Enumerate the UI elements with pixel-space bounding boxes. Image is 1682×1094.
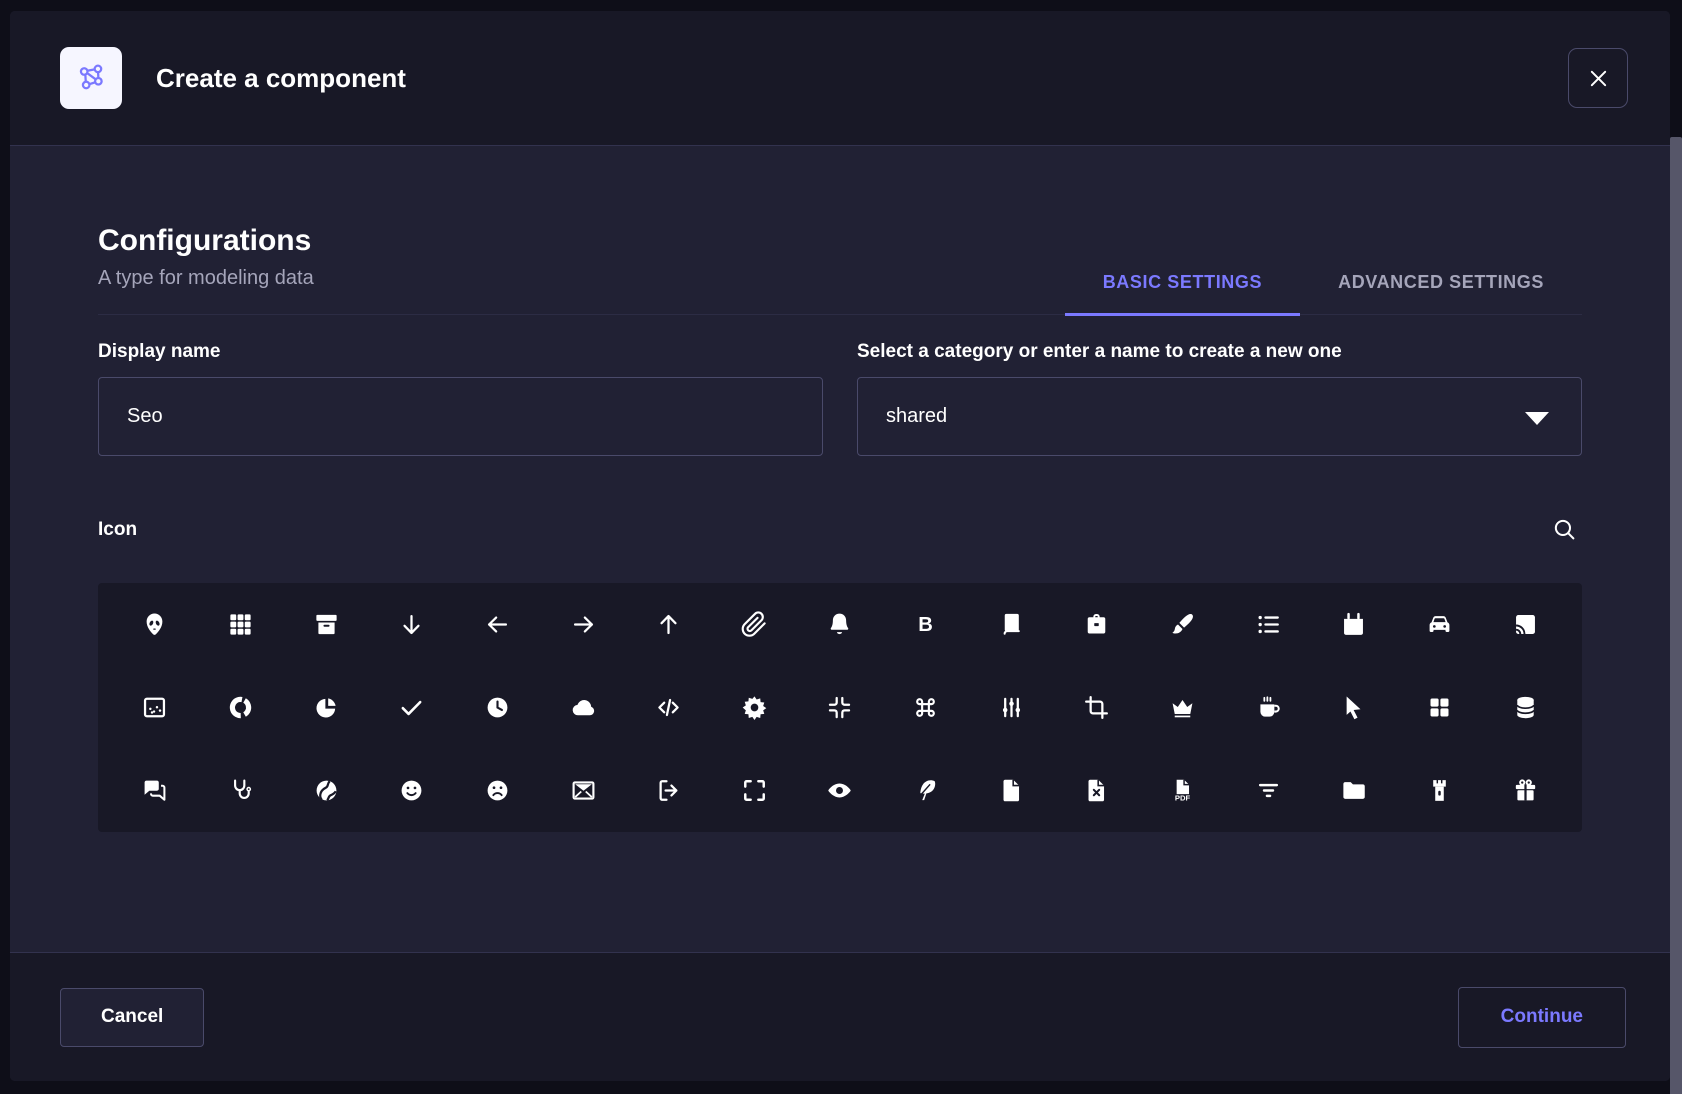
icon-picker-label: Icon xyxy=(98,519,137,541)
arrow-up-icon[interactable] xyxy=(643,599,695,651)
category-label: Select a category or enter a name to cre… xyxy=(857,341,1582,363)
chevron-down-icon xyxy=(1525,412,1549,425)
emotion-happy-icon[interactable] xyxy=(386,765,438,817)
filter-icon[interactable] xyxy=(1242,765,1294,817)
gate-icon[interactable] xyxy=(1414,765,1466,817)
emotion-unhappy-icon[interactable] xyxy=(471,765,523,817)
clock-icon[interactable] xyxy=(471,682,523,734)
settings-tabs: BASIC SETTINGS ADVANCED SETTINGS xyxy=(1065,250,1582,314)
category-field-group: Select a category or enter a name to cre… xyxy=(857,341,1582,456)
feather-icon[interactable] xyxy=(900,765,952,817)
search-icon[interactable] xyxy=(1547,512,1582,547)
category-select[interactable]: shared xyxy=(857,377,1582,456)
icon-grid: B PDF xyxy=(98,583,1582,832)
continue-button[interactable]: Continue xyxy=(1458,987,1626,1048)
connector-icon[interactable] xyxy=(985,682,1037,734)
component-icon xyxy=(60,47,122,109)
category-select-value: shared xyxy=(886,405,947,428)
brush-icon[interactable] xyxy=(1157,599,1209,651)
eye-icon[interactable] xyxy=(814,765,866,817)
bell-icon[interactable] xyxy=(814,599,866,651)
page-backdrop: { "modal": { "title": "Create a componen… xyxy=(0,0,1682,1094)
file-error-icon[interactable] xyxy=(1071,765,1123,817)
page-title: Configurations xyxy=(98,224,314,257)
check-icon[interactable] xyxy=(386,682,438,734)
cast-icon[interactable] xyxy=(1499,599,1551,651)
earth-icon[interactable] xyxy=(300,765,352,817)
arrow-down-icon[interactable] xyxy=(386,599,438,651)
cog-icon[interactable] xyxy=(728,682,780,734)
briefcase-icon[interactable] xyxy=(1071,599,1123,651)
bullet-list-icon[interactable] xyxy=(1242,599,1294,651)
collapse-icon[interactable] xyxy=(814,682,866,734)
arrow-left-icon[interactable] xyxy=(471,599,523,651)
display-name-label: Display name xyxy=(98,341,823,363)
svg-text:PDF: PDF xyxy=(1175,794,1191,803)
chart-pie-icon[interactable] xyxy=(300,682,352,734)
cancel-button[interactable]: Cancel xyxy=(60,988,204,1047)
file-icon[interactable] xyxy=(985,765,1037,817)
envelop-icon[interactable] xyxy=(557,765,609,817)
display-name-field-group: Display name xyxy=(98,341,823,456)
svg-text:B: B xyxy=(918,614,933,636)
cup-icon[interactable] xyxy=(1242,682,1294,734)
modal-body: Configurations A type for modeling data … xyxy=(10,146,1670,952)
close-icon[interactable] xyxy=(1568,48,1628,108)
expand-icon[interactable] xyxy=(728,765,780,817)
chart-bubble-icon[interactable] xyxy=(129,682,181,734)
create-component-modal: Create a component Configurations A type… xyxy=(10,11,1670,1081)
command-icon[interactable] xyxy=(900,682,952,734)
car-icon[interactable] xyxy=(1414,599,1466,651)
arrow-right-icon[interactable] xyxy=(557,599,609,651)
file-pdf-icon[interactable]: PDF xyxy=(1157,765,1209,817)
crop-icon[interactable] xyxy=(1071,682,1123,734)
modal-header: Create a component xyxy=(10,11,1670,146)
dashboard-icon[interactable] xyxy=(1414,682,1466,734)
tab-basic-settings[interactable]: BASIC SETTINGS xyxy=(1065,250,1300,314)
chart-circle-icon[interactable] xyxy=(214,682,266,734)
apps-icon[interactable] xyxy=(214,599,266,651)
folder-icon[interactable] xyxy=(1328,765,1380,817)
alien-icon[interactable] xyxy=(129,599,181,651)
modal-footer: Cancel Continue xyxy=(10,952,1670,1081)
gift-icon[interactable] xyxy=(1499,765,1551,817)
exit-icon[interactable] xyxy=(643,765,695,817)
page-subtitle: A type for modeling data xyxy=(98,267,314,290)
form-row: Display name Select a category or enter … xyxy=(98,341,1582,456)
calendar-icon[interactable] xyxy=(1328,599,1380,651)
crown-icon[interactable] xyxy=(1157,682,1209,734)
doctor-icon[interactable] xyxy=(214,765,266,817)
discuss-icon[interactable] xyxy=(129,765,181,817)
bold-icon[interactable]: B xyxy=(900,599,952,651)
cursor-icon[interactable] xyxy=(1328,682,1380,734)
archive-icon[interactable] xyxy=(300,599,352,651)
code-icon[interactable] xyxy=(643,682,695,734)
page-scrollbar[interactable] xyxy=(1670,137,1682,1094)
heading-block: Configurations A type for modeling data xyxy=(98,224,314,314)
cloud-icon[interactable] xyxy=(557,682,609,734)
tab-advanced-settings[interactable]: ADVANCED SETTINGS xyxy=(1300,250,1582,314)
book-icon[interactable] xyxy=(985,599,1037,651)
attachment-icon[interactable] xyxy=(728,599,780,651)
modal-title: Create a component xyxy=(156,63,406,94)
display-name-input[interactable] xyxy=(98,377,823,456)
database-icon[interactable] xyxy=(1499,682,1551,734)
heading-row: Configurations A type for modeling data … xyxy=(98,224,1582,315)
icon-section-head: Icon xyxy=(98,512,1582,547)
